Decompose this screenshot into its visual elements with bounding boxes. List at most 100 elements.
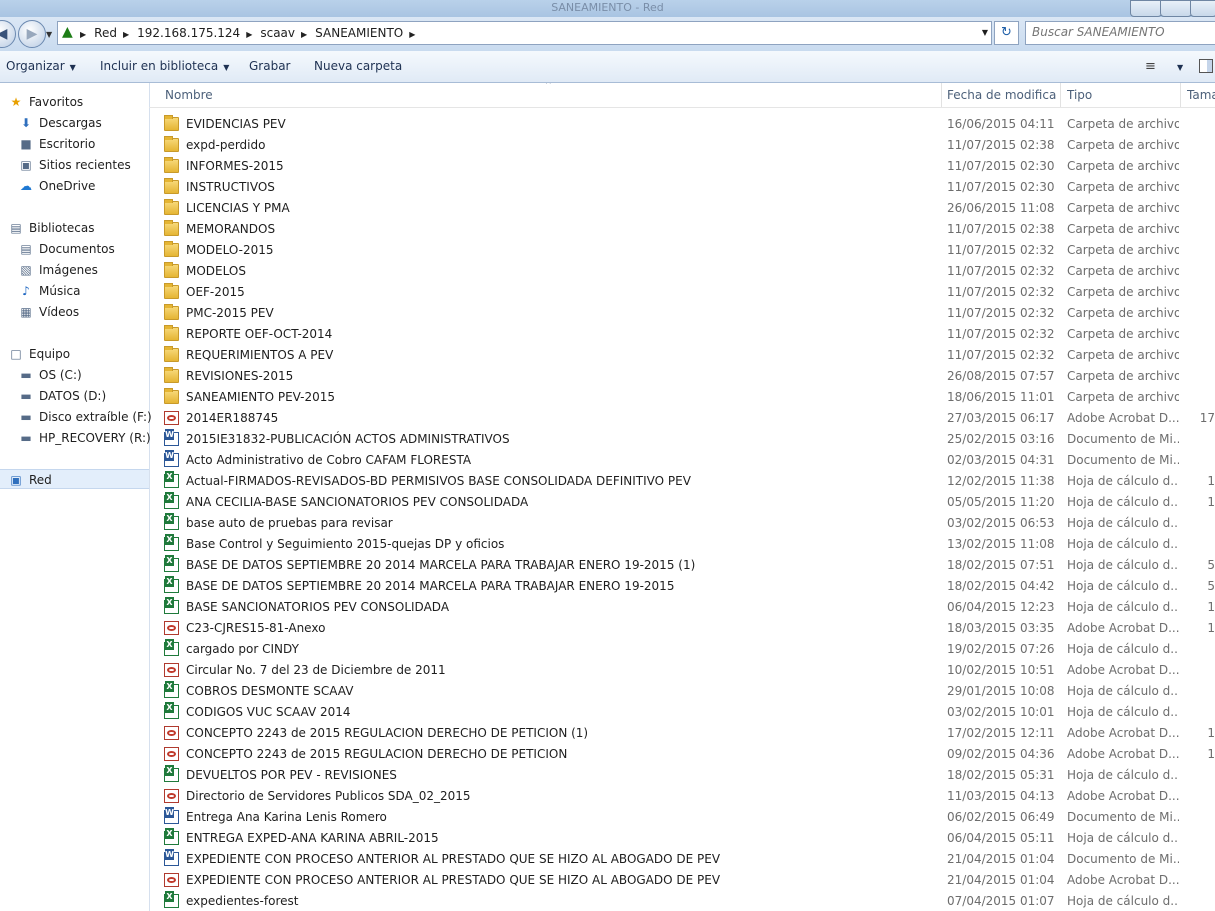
breadcrumb-item[interactable]: scaav [260, 26, 295, 40]
nav-item[interactable]: ♪ Música [18, 281, 80, 301]
file-type: Hoja de cálculo d... [1067, 516, 1179, 530]
maximize-button[interactable] [1160, 0, 1192, 17]
breadcrumb-separator-icon[interactable]: ▶ [123, 30, 129, 39]
file-row[interactable]: INSTRUCTIVOS 11/07/2015 02:30 ... Carpeta … [149, 177, 1215, 198]
file-row[interactable]: COBROS DESMONTE SCAAV 29/01/2015 10:08 a.… [149, 681, 1215, 702]
column-divider[interactable] [1180, 83, 1181, 107]
back-button[interactable]: ◀ [0, 20, 16, 48]
file-row[interactable]: 2014ER188745 27/03/2015 06:17 ... Adobe Ac… [149, 408, 1215, 429]
view-options-dropdown[interactable]: ▼ [1172, 59, 1183, 73]
new-folder-button[interactable]: Nueva carpeta [314, 59, 402, 73]
search-box[interactable] [1025, 21, 1215, 45]
file-row[interactable]: ENTREGA EXPED-ANA KARINA ABRIL-2015 06/04… [149, 828, 1215, 849]
file-row[interactable]: DEVUELTOS POR PEV - REVISIONES 18/02/2015… [149, 765, 1215, 786]
file-row[interactable]: CODIGOS VUC SCAAV 2014 03/02/2015 10:01 a… [149, 702, 1215, 723]
file-row[interactable]: MEMORANDOS 11/07/2015 02:38 ... Carpeta de… [149, 219, 1215, 240]
file-row[interactable]: Base Control y Seguimiento 2015-quejas D… [149, 534, 1215, 555]
breadcrumb-separator-icon[interactable]: ▶ [80, 30, 86, 39]
nav-item[interactable]: ▬ DATOS (D:) [18, 386, 106, 406]
recent-pages-dropdown[interactable]: ▼ [46, 30, 52, 39]
file-row[interactable]: ANA CECILIA-BASE SANCIONATORIOS PEV CONS… [149, 492, 1215, 513]
file-row[interactable]: PMC-2015 PEV 11/07/2015 02:32 ... Carpeta … [149, 303, 1215, 324]
file-name: PMC-2015 PEV [186, 306, 274, 320]
close-button[interactable] [1190, 0, 1215, 17]
file-type: Documento de Mi... [1067, 432, 1179, 446]
breadcrumb-separator-icon[interactable]: ▶ [301, 30, 307, 39]
file-row[interactable]: 2015IE31832-PUBLICACIÓN ACTOS ADMINISTRA… [149, 429, 1215, 450]
nav-item[interactable]: ▬ OS (C:) [18, 365, 81, 385]
file-date: 18/03/2015 03:35 ... [947, 621, 1059, 635]
nav-item[interactable]: ⬇ Descargas [18, 113, 102, 133]
nav-item[interactable]: □ Equipo [8, 344, 70, 364]
file-row[interactable]: EXPEDIENTE CON PROCESO ANTERIOR AL PREST… [149, 870, 1215, 891]
file-row[interactable]: OEF-2015 11/07/2015 02:32 ... Carpeta de a… [149, 282, 1215, 303]
nav-item[interactable]: ▤ Documentos [18, 239, 114, 259]
excel-icon [164, 765, 179, 782]
column-divider[interactable] [1060, 83, 1061, 107]
file-row[interactable]: Acto Administrativo de Cobro CAFAM FLORE… [149, 450, 1215, 471]
file-row[interactable]: Entrega Ana Karina Lenis Romero 06/02/201… [149, 807, 1215, 828]
address-bar[interactable]: ▲ ▶ Red ▶ 192.168.175.124 ▶ scaav ▶ SANEAMIENTO… [57, 21, 992, 45]
refresh-button[interactable]: ↻ [994, 21, 1019, 45]
nav-item[interactable]: ▬ Disco extraíble (F:) [18, 407, 151, 427]
nav-item-label: Bibliotecas [29, 221, 95, 235]
file-name-cell: 2014ER188745 [164, 408, 944, 429]
burn-button[interactable]: Grabar [249, 59, 291, 73]
include-in-library-button[interactable]: Incluir en biblioteca ▼ [100, 59, 229, 73]
file-row[interactable]: CONCEPTO 2243 de 2015 REGULACION DERECHO… [149, 723, 1215, 744]
organize-button[interactable]: Organizar ▼ [6, 59, 76, 73]
file-row[interactable]: REQUERIMIENTOS A PEV 11/07/2015 02:32 ...… [149, 345, 1215, 366]
search-input[interactable] [1026, 22, 1215, 42]
nav-item[interactable]: ▣ Sitios recientes [18, 155, 130, 175]
file-date: 11/07/2015 02:32 ... [947, 285, 1059, 299]
column-type[interactable]: Tipo [1067, 83, 1175, 107]
file-row[interactable]: EXPEDIENTE CON PROCESO ANTERIOR AL PREST… [149, 849, 1215, 870]
file-row[interactable]: Directorio de Servidores Publicos SDA_02… [149, 786, 1215, 807]
file-row[interactable]: BASE DE DATOS SEPTIEMBRE 20 2014 MARCELA… [149, 576, 1215, 597]
file-row[interactable]: REPORTE OEF-OCT-2014 11/07/2015 02:32 ...… [149, 324, 1215, 345]
breadcrumb-item[interactable]: 192.168.175.124 [137, 26, 240, 40]
nav-item[interactable]: ■ Escritorio [18, 134, 95, 154]
change-view-button[interactable]: ≡ [1145, 59, 1156, 74]
file-name: Actual-FIRMADOS-REVISADOS-BD PERMISIVOS … [186, 474, 691, 488]
column-size[interactable]: Tama [1187, 83, 1215, 107]
forward-button[interactable]: ▶ [18, 20, 46, 48]
nav-item[interactable]: ▦ Vídeos [18, 302, 79, 322]
file-row[interactable]: Actual-FIRMADOS-REVISADOS-BD PERMISIVOS … [149, 471, 1215, 492]
file-row[interactable]: C23-CJRES15-81-Anexo 18/03/2015 03:35 ...… [149, 618, 1215, 639]
file-date: 21/04/2015 01:04 ... [947, 873, 1059, 887]
file-row[interactable]: BASE SANCIONATORIOS PEV CONSOLIDADA 06/04… [149, 597, 1215, 618]
nav-item[interactable]: ▧ Imágenes [18, 260, 98, 280]
file-row[interactable]: SANEAMIENTO PEV-2015 18/06/2015 11:01 a..… [149, 387, 1215, 408]
file-row[interactable]: BASE DE DATOS SEPTIEMBRE 20 2014 MARCELA… [149, 555, 1215, 576]
nav-item[interactable]: ▤ Bibliotecas [8, 218, 94, 238]
file-row[interactable]: base auto de pruebas para revisar 03/02/2… [149, 513, 1215, 534]
file-row[interactable]: Circular No. 7 del 23 de Diciembre de 20… [149, 660, 1215, 681]
column-date[interactable]: Fecha de modifica... [947, 83, 1057, 107]
nav-item[interactable]: ☁ OneDrive [18, 176, 95, 196]
nav-item[interactable]: ▬ HP_RECOVERY (R:) [18, 428, 150, 448]
file-row[interactable]: MODELO-2015 11/07/2015 02:32 ... Carpeta d… [149, 240, 1215, 261]
file-row[interactable]: MODELOS 11/07/2015 02:32 ... Carpeta de ar… [149, 261, 1215, 282]
file-row[interactable]: REVISIONES-2015 26/08/2015 07:57 ... Carpe… [149, 366, 1215, 387]
nav-item[interactable]: ★ Favoritos [8, 92, 84, 112]
file-row[interactable]: INFORMES-2015 11/07/2015 02:30 ... Carpeta… [149, 156, 1215, 177]
column-divider[interactable] [941, 83, 942, 107]
folder-icon [164, 199, 179, 215]
file-row[interactable]: expedientes-forest 07/04/2015 01:07 ... Ho… [149, 891, 1215, 911]
file-row[interactable]: CONCEPTO 2243 de 2015 REGULACION DERECHO… [149, 744, 1215, 765]
file-row[interactable]: expd-perdido 11/07/2015 02:38 ... Carpeta … [149, 135, 1215, 156]
file-row[interactable]: EVIDENCIAS PEV 16/06/2015 04:11 ... Carpet… [149, 114, 1215, 135]
breadcrumb-item[interactable]: SANEAMIENTO [315, 26, 403, 40]
address-dropdown-icon[interactable]: ▼ [982, 22, 988, 44]
file-row[interactable]: LICENCIAS Y PMA 26/06/2015 11:08 a... Carp… [149, 198, 1215, 219]
nav-item[interactable]: ▣ Red [0, 469, 149, 489]
file-date: 11/07/2015 02:32 ... [947, 264, 1059, 278]
breadcrumb-separator-icon[interactable]: ▶ [409, 30, 415, 39]
file-row[interactable]: cargado por CINDY 19/02/2015 07:26 ... Hoj… [149, 639, 1215, 660]
breadcrumb-separator-icon[interactable]: ▶ [246, 30, 252, 39]
breadcrumb-item[interactable]: Red [94, 26, 117, 40]
column-name[interactable]: Nombre [165, 83, 935, 107]
preview-pane-button[interactable] [1199, 59, 1213, 73]
minimize-button[interactable] [1130, 0, 1162, 17]
